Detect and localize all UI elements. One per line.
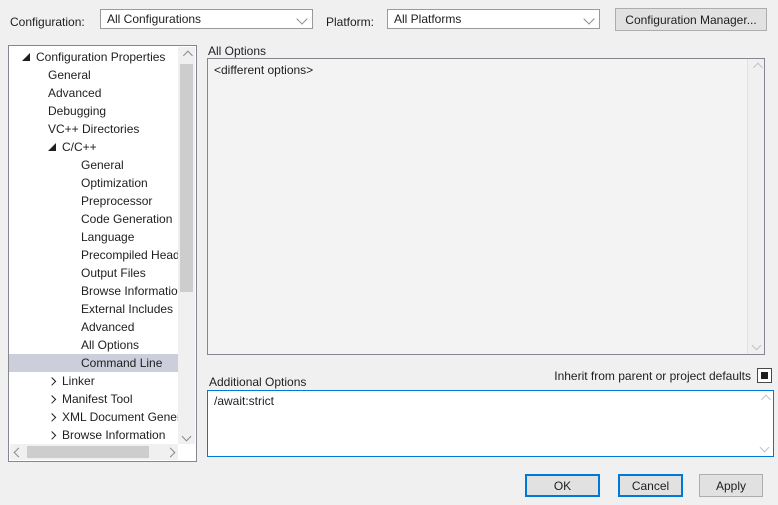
- tree-item-label: General: [81, 158, 124, 172]
- tree-item-browse-information[interactable]: Browse Information: [9, 282, 178, 300]
- tree-item-configuration-properties[interactable]: Configuration Properties: [9, 48, 178, 66]
- additional-options-label: Additional Options: [209, 375, 306, 389]
- tree-item-code-generation[interactable]: Code Generation: [9, 210, 178, 228]
- scroll-right-icon[interactable]: [162, 444, 178, 460]
- chevron-down-icon: [292, 10, 312, 28]
- tree-item-precompiled-heade[interactable]: Precompiled Heade: [9, 246, 178, 264]
- tree-expanded-icon[interactable]: [22, 53, 31, 62]
- tree-item-label: Advanced: [48, 86, 101, 100]
- tree-item-label: Advanced: [81, 320, 134, 334]
- cancel-button[interactable]: Cancel: [618, 474, 683, 497]
- scroll-left-icon[interactable]: [10, 444, 26, 460]
- tree-item-label: Precompiled Heade: [81, 248, 178, 262]
- tree-item-language[interactable]: Language: [9, 228, 178, 246]
- tree-vertical-scrollbar[interactable]: [178, 47, 195, 444]
- tree-item-advanced[interactable]: Advanced: [9, 318, 178, 336]
- configuration-combobox[interactable]: All Configurations: [100, 9, 313, 29]
- tree-item-label: Preprocessor: [81, 194, 152, 208]
- tree-item-external-includes[interactable]: External Includes: [9, 300, 178, 318]
- tree-item-label: Code Generation: [81, 212, 172, 226]
- tree-collapsed-icon[interactable]: [48, 395, 57, 404]
- tree-item-label: Configuration Properties: [36, 50, 165, 64]
- tree-item-linker[interactable]: Linker: [9, 372, 178, 390]
- additional-options-value: /await:strict: [214, 394, 749, 408]
- tree-item-manifest-tool[interactable]: Manifest Tool: [9, 390, 178, 408]
- scroll-down-icon[interactable]: [751, 341, 761, 351]
- platform-label: Platform:: [326, 15, 374, 29]
- tree-item-label: External Includes: [81, 302, 173, 316]
- tree-item-label: Output Files: [81, 266, 146, 280]
- chevron-down-icon: [579, 10, 599, 28]
- additional-options-textbox[interactable]: /await:strict: [207, 390, 774, 457]
- tree-item-label: Linker: [62, 374, 95, 388]
- scroll-up-icon[interactable]: [178, 47, 195, 63]
- property-pages-dialog: Configuration: All Configurations Platfo…: [0, 0, 778, 505]
- inherit-label: Inherit from parent or project defaults: [554, 369, 751, 383]
- tree-item-label: Manifest Tool: [62, 392, 132, 406]
- tree-collapsed-icon[interactable]: [48, 377, 57, 386]
- ok-button[interactable]: OK: [525, 474, 600, 497]
- tree-item-label: VC++ Directories: [48, 122, 139, 136]
- tree-expanded-icon[interactable]: [48, 143, 57, 152]
- tree-item-command-line[interactable]: Command Line: [9, 354, 178, 372]
- tree-item-label: General: [48, 68, 91, 82]
- all-options-label: All Options: [208, 44, 266, 58]
- tree-item-xml-document-genera[interactable]: XML Document Genera: [9, 408, 178, 426]
- apply-button[interactable]: Apply: [699, 474, 763, 497]
- tree-item-optimization[interactable]: Optimization: [9, 174, 178, 192]
- tree-item-advanced[interactable]: Advanced: [9, 84, 178, 102]
- tree-item-vc-directories[interactable]: VC++ Directories: [9, 120, 178, 138]
- tree-item-browse-information[interactable]: Browse Information: [9, 426, 178, 444]
- tree-item-general[interactable]: General: [9, 156, 178, 174]
- inherit-checkbox[interactable]: [757, 368, 772, 383]
- all-options-value: <different options>: [214, 63, 740, 77]
- tree-item-label: Browse Information: [62, 428, 165, 442]
- tree-item-all-options[interactable]: All Options: [9, 336, 178, 354]
- tree-item-label: C/C++: [62, 140, 97, 154]
- configuration-manager-button[interactable]: Configuration Manager...: [615, 8, 767, 31]
- configuration-label: Configuration:: [10, 15, 85, 29]
- checkbox-indeterminate-mark: [761, 372, 768, 379]
- tree-rows: Configuration Properties General Advanced D…: [9, 48, 178, 444]
- tree-item-preprocessor[interactable]: Preprocessor: [9, 192, 178, 210]
- tree-item-debugging[interactable]: Debugging: [9, 102, 178, 120]
- scrollbar-thumb[interactable]: [180, 64, 193, 292]
- tree-item-output-files[interactable]: Output Files: [9, 264, 178, 282]
- tree-item-label: All Options: [81, 338, 139, 352]
- additional-options-scrollbar[interactable]: [756, 391, 773, 456]
- scroll-down-icon[interactable]: [178, 428, 195, 444]
- scroll-down-icon[interactable]: [760, 443, 770, 453]
- tree-item-c-c-[interactable]: C/C++: [9, 138, 178, 156]
- tree-item-label: Debugging: [48, 104, 106, 118]
- configuration-combobox-value: All Configurations: [107, 12, 292, 26]
- scroll-up-icon[interactable]: [761, 395, 771, 405]
- platform-combobox-value: All Platforms: [394, 12, 579, 26]
- tree-item-general[interactable]: General: [9, 66, 178, 84]
- inherit-row: Inherit from parent or project defaults: [554, 368, 772, 383]
- scroll-up-icon[interactable]: [752, 63, 762, 73]
- tree-collapsed-icon[interactable]: [48, 431, 57, 440]
- scrollbar-thumb[interactable]: [27, 446, 149, 458]
- all-options-textbox[interactable]: <different options>: [207, 58, 765, 355]
- platform-combobox[interactable]: All Platforms: [387, 9, 600, 29]
- tree-collapsed-icon[interactable]: [48, 413, 57, 422]
- tree-item-label: Command Line: [81, 356, 162, 370]
- tree-item-label: Browse Information: [81, 284, 178, 298]
- tree-item-label: Optimization: [81, 176, 148, 190]
- all-options-scrollbar[interactable]: [747, 59, 764, 354]
- configuration-tree-panel: Configuration Properties General Advanced D…: [8, 45, 197, 462]
- tree-horizontal-scrollbar[interactable]: [10, 444, 178, 460]
- tree-item-label: Language: [81, 230, 134, 244]
- tree-item-label: XML Document Genera: [62, 410, 178, 424]
